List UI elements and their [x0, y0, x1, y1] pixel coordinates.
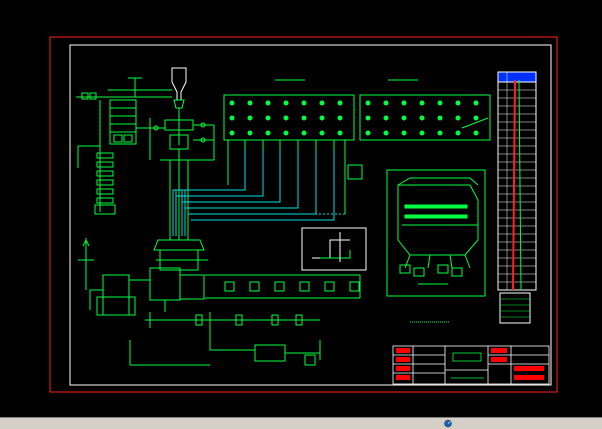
dial-icon[interactable]: [441, 419, 455, 428]
burner-panel-left: [223, 79, 355, 141]
status-bar: [0, 417, 602, 429]
parts-table: [497, 71, 537, 324]
isometric-view: [386, 169, 486, 297]
detail-box: [301, 227, 367, 271]
cad-drawing-canvas[interactable]: [0, 0, 602, 417]
pipe-bundle: [172, 150, 345, 236]
drawing-frame: [69, 44, 552, 386]
title-block: [392, 345, 550, 385]
burner-panel-right: [359, 79, 491, 141]
process-diagram: [76, 67, 361, 366]
panel-leads: [227, 140, 363, 214]
